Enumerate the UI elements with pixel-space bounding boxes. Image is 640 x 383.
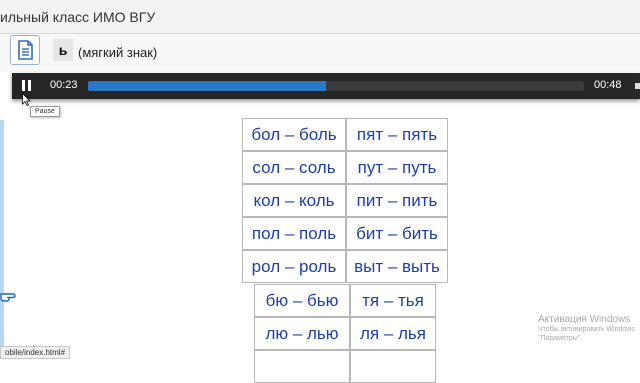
table-row: бол – боль пят – пять: [242, 118, 448, 151]
table-cell: пят – пять: [346, 118, 448, 151]
table-cell: бит – бить: [346, 217, 448, 250]
table-cell: тя – тья: [350, 284, 436, 317]
document-icon: [18, 40, 33, 60]
current-time: 00:23: [50, 79, 78, 91]
progress-fill: [88, 81, 327, 91]
table-row: сол – соль пут – путь: [242, 151, 448, 184]
table-cell: ля – лья: [350, 317, 436, 350]
activation-line-1: Чтобы активировать Windows: [538, 326, 635, 333]
table-cell: пол – поль: [242, 217, 346, 250]
table-row: бю – бью тя – тья: [254, 284, 436, 317]
word-pairs-table-1: бол – боль пят – пять сол – соль пут – п…: [242, 118, 448, 283]
table-row: [254, 350, 436, 383]
table-row: лю – лью ля – лья: [254, 317, 436, 350]
letter-badge: ь: [53, 39, 73, 61]
table-row: рол – роль выт – выть: [242, 250, 448, 283]
word-pairs-table-2: бю – бью тя – тья лю – лью ля – лья: [254, 284, 436, 383]
status-bar-url: obile/index.html#: [0, 346, 71, 359]
pause-icon-bar-right: [28, 80, 31, 91]
table-cell: лю – лью: [254, 317, 350, 350]
pause-button[interactable]: [20, 79, 34, 93]
pointing-hand-icon[interactable]: [0, 286, 18, 304]
table-cell: [350, 350, 436, 383]
table-cell: [254, 350, 350, 383]
table-cell: рол – роль: [242, 250, 346, 283]
table-cell: пут – путь: [346, 151, 448, 184]
mouse-cursor-icon: [22, 93, 31, 106]
window-title: ильный класс ИМО ВГУ: [0, 9, 156, 25]
table-cell: бол – боль: [242, 118, 346, 151]
activation-title: Активация Windows: [538, 314, 631, 325]
duration-time: 00:48: [594, 79, 622, 91]
window-title-bar: ильный класс ИМО ВГУ: [0, 0, 640, 34]
table-cell: выт – выть: [346, 250, 448, 283]
table-cell: сол – соль: [242, 151, 346, 184]
table-row: кол – коль пит – пить: [242, 184, 448, 217]
item-title: (мягкий знак): [78, 45, 158, 60]
progress-bar[interactable]: [88, 81, 584, 91]
activation-line-2: "Параметры".: [538, 335, 583, 342]
table-cell: бю – бью: [254, 284, 350, 317]
table-row: пол – поль бит – бить: [242, 217, 448, 250]
document-button[interactable]: [10, 35, 40, 65]
audio-player: 00:23 00:48: [12, 73, 640, 99]
table-cell: кол – коль: [242, 184, 346, 217]
pause-tooltip: Pause: [30, 106, 60, 117]
windows-activation-watermark: Активация Windows Чтобы активировать Win…: [538, 314, 635, 343]
left-panel-edge: [0, 120, 4, 350]
volume-icon[interactable]: [635, 83, 640, 89]
table-cell: пит – пить: [346, 184, 448, 217]
pause-icon-bar-left: [22, 80, 25, 91]
